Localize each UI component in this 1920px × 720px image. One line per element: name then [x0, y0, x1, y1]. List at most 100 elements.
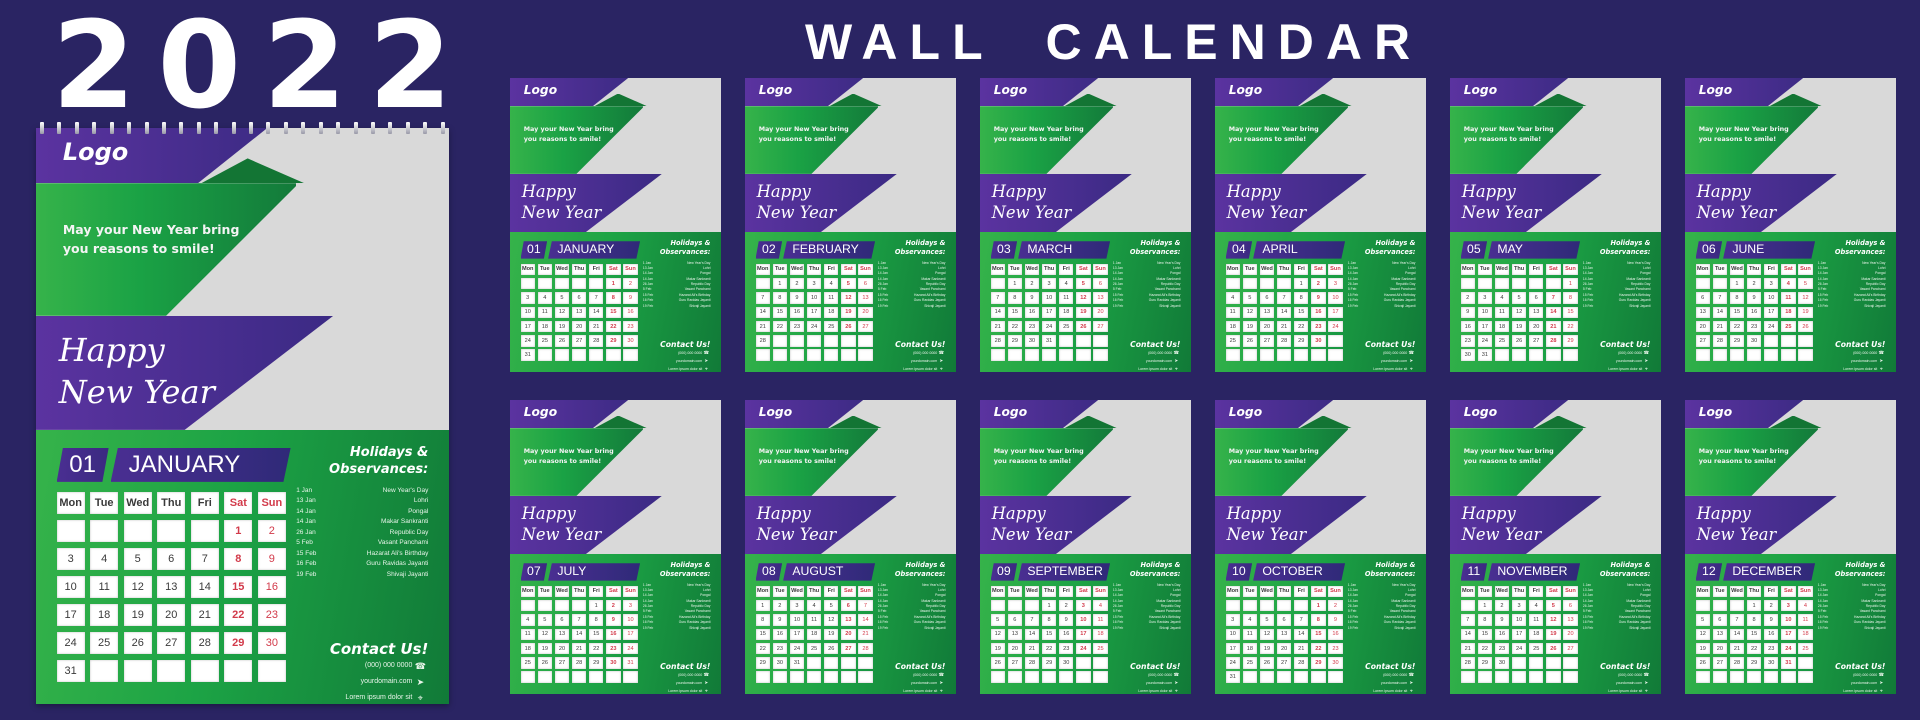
day-cell[interactable]: 14: [1024, 628, 1040, 641]
day-cell[interactable]: 23: [257, 603, 286, 627]
day-cell[interactable]: 18: [1242, 642, 1257, 655]
day-cell[interactable]: 9: [606, 614, 621, 626]
day-cell[interactable]: 5: [1511, 292, 1527, 304]
day-cell[interactable]: 9: [1460, 306, 1475, 319]
calendar-page-june[interactable]: Logo May your New Year bring you reasons t…: [1685, 78, 1896, 372]
day-cell[interactable]: 5: [1695, 614, 1710, 626]
day-cell[interactable]: 14: [571, 628, 587, 641]
day-cell[interactable]: 22: [1007, 320, 1022, 333]
day-cell[interactable]: 9: [623, 292, 638, 304]
contact-item[interactable]: (000) 000 0000 ☎: [1113, 349, 1181, 357]
day-cell[interactable]: 17: [1477, 320, 1492, 333]
day-cell[interactable]: 12: [537, 628, 552, 641]
day-cell[interactable]: 10: [1225, 628, 1240, 641]
day-cell[interactable]: 30: [1328, 657, 1343, 669]
contact-item[interactable]: (000) 000 0000 ☎: [1818, 671, 1886, 679]
day-cell[interactable]: 9: [1764, 614, 1779, 626]
day-cell[interactable]: 11: [1242, 628, 1257, 641]
day-cell[interactable]: 4: [1781, 278, 1796, 290]
day-cell[interactable]: 14: [1276, 306, 1292, 319]
day-cell[interactable]: 5: [1798, 278, 1813, 290]
day-cell[interactable]: 23: [1024, 320, 1040, 333]
day-cell[interactable]: 17: [1041, 306, 1057, 319]
day-cell[interactable]: 25: [1225, 335, 1240, 347]
contact-text[interactable]: Lorem ipsum dolor sit: [1608, 687, 1642, 694]
day-cell[interactable]: 15: [772, 306, 787, 319]
day-cell[interactable]: 13: [1276, 628, 1292, 641]
day-cell[interactable]: 2: [257, 519, 286, 543]
day-cell[interactable]: 26: [1076, 320, 1091, 333]
day-cell[interactable]: 10: [56, 575, 85, 599]
day-cell[interactable]: 29: [589, 657, 604, 669]
contact-text[interactable]: yourdomain.com: [1616, 679, 1642, 687]
day-cell[interactable]: 17: [520, 320, 535, 333]
day-cell[interactable]: 6: [571, 292, 587, 304]
calendar-page-january[interactable]: Logo May your New Year bring you reasons t…: [510, 78, 721, 372]
day-cell[interactable]: 31: [1781, 657, 1796, 669]
day-cell[interactable]: 31: [789, 657, 805, 669]
day-cell[interactable]: 4: [520, 614, 535, 626]
day-cell[interactable]: 21: [990, 320, 1005, 333]
day-cell[interactable]: 9: [772, 614, 787, 626]
day-cell[interactable]: 30: [772, 657, 787, 669]
day-cell[interactable]: 26: [1695, 657, 1710, 669]
day-cell[interactable]: 25: [1093, 642, 1108, 655]
day-cell[interactable]: 9: [1494, 614, 1510, 626]
contact-text[interactable]: yourdomain.com: [676, 357, 702, 365]
day-cell[interactable]: 3: [1041, 278, 1057, 290]
contact-text[interactable]: (000) 000 0000: [913, 671, 937, 679]
day-cell[interactable]: 8: [1477, 614, 1492, 626]
day-cell[interactable]: 20: [1563, 628, 1578, 641]
day-cell[interactable]: 12: [1695, 628, 1710, 641]
day-cell[interactable]: 7: [1024, 614, 1040, 626]
day-cell[interactable]: 29: [1041, 657, 1057, 669]
day-cell[interactable]: 8: [1294, 292, 1309, 304]
day-cell[interactable]: 13: [1712, 628, 1727, 641]
day-cell[interactable]: 27: [157, 631, 186, 655]
contact-text[interactable]: Lorem ipsum dolor sit: [903, 687, 937, 694]
day-cell[interactable]: 5: [1546, 600, 1561, 612]
contact-item[interactable]: (000) 000 0000 ☎: [878, 349, 946, 357]
contact-item[interactable]: (000) 000 0000 ☎: [878, 671, 946, 679]
day-cell[interactable]: 18: [824, 306, 839, 319]
day-cell[interactable]: 27: [1695, 335, 1710, 347]
day-cell[interactable]: 14: [1712, 306, 1727, 319]
day-cell[interactable]: 1: [1477, 600, 1492, 612]
day-cell[interactable]: 27: [858, 320, 873, 333]
day-cell[interactable]: 10: [1511, 614, 1527, 626]
day-cell[interactable]: 22: [1746, 642, 1762, 655]
day-cell[interactable]: 13: [1259, 306, 1275, 319]
day-cell[interactable]: 13: [157, 575, 186, 599]
day-cell[interactable]: 1: [589, 600, 604, 612]
day-cell[interactable]: 7: [1712, 292, 1727, 304]
day-cell[interactable]: 13: [554, 628, 570, 641]
day-cell[interactable]: 16: [772, 628, 787, 641]
day-cell[interactable]: 20: [858, 306, 873, 319]
day-cell[interactable]: 30: [1460, 349, 1475, 361]
day-cell[interactable]: 5: [1259, 614, 1275, 626]
day-cell[interactable]: 13: [1093, 292, 1108, 304]
day-cell[interactable]: 5: [824, 600, 839, 612]
day-cell[interactable]: 17: [789, 628, 805, 641]
day-cell[interactable]: 6: [157, 547, 186, 571]
day-cell[interactable]: 10: [806, 292, 822, 304]
day-cell[interactable]: 6: [554, 614, 570, 626]
day-cell[interactable]: 17: [1328, 306, 1343, 319]
day-cell[interactable]: 9: [789, 292, 805, 304]
day-cell[interactable]: 19: [537, 642, 552, 655]
day-cell[interactable]: 30: [1746, 335, 1762, 347]
day-cell[interactable]: 26: [841, 320, 856, 333]
day-cell[interactable]: 19: [1695, 642, 1710, 655]
contact-text[interactable]: yourdomain.com: [1851, 679, 1877, 687]
contact-text[interactable]: yourdomain.com: [1381, 679, 1407, 687]
contact-item[interactable]: yourdomain.com ➤: [878, 679, 946, 687]
day-cell[interactable]: 17: [806, 306, 822, 319]
day-cell[interactable]: 31: [623, 657, 638, 669]
day-cell[interactable]: 22: [1041, 642, 1057, 655]
day-cell[interactable]: 29: [1007, 335, 1022, 347]
day-cell[interactable]: 18: [1529, 628, 1544, 641]
day-cell[interactable]: 28: [1276, 335, 1292, 347]
calendar-page-july[interactable]: Logo May your New Year bring you reasons t…: [510, 400, 721, 694]
day-cell[interactable]: 1: [606, 278, 621, 290]
day-cell[interactable]: 16: [1024, 306, 1040, 319]
